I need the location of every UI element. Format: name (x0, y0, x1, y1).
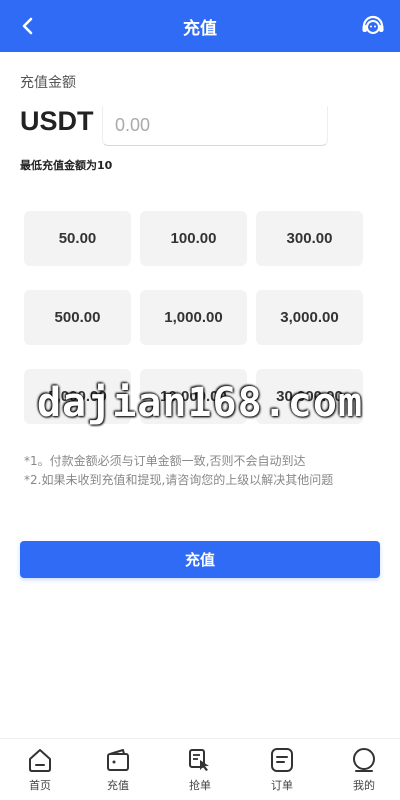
currency-label: USDT (20, 106, 94, 136)
home-icon (29, 749, 51, 772)
preset-amount-button[interactable]: 10,000.00 (140, 369, 247, 424)
tab-grab-order[interactable]: 抢单 (160, 747, 240, 793)
tab-label: 我的 (353, 779, 375, 792)
top-bar: 充值 (0, 0, 400, 52)
preset-amount-button[interactable]: 50.00 (24, 211, 131, 266)
tab-orders[interactable]: 订单 (242, 747, 322, 793)
tab-home[interactable]: 首页 (0, 747, 80, 793)
tab-label: 充值 (107, 779, 129, 792)
preset-amount-button[interactable]: 1,000.00 (140, 290, 247, 345)
submit-recharge-button[interactable]: 充值 (20, 541, 380, 578)
tab-label: 抢单 (189, 779, 211, 792)
amount-input[interactable] (102, 106, 328, 146)
bottom-tab-bar: 首页 充值 抢单 订单 我的 (0, 738, 400, 800)
tab-recharge[interactable]: 充值 (78, 747, 158, 793)
profile-icon (353, 748, 375, 772)
tab-profile[interactable]: 我的 (324, 747, 400, 793)
preset-amount-button[interactable]: 30,000.00 (256, 369, 363, 424)
page-title: 充值 (183, 19, 217, 39)
minimum-amount-note: 最低充值金额为10 (20, 159, 113, 172)
amount-label: 充值金额 (20, 75, 76, 91)
notes: *1。付款金额必须与订单金额一致,否则不会自动到达 *2.如果未收到充值和提现,… (24, 452, 333, 490)
grab-order-icon (189, 749, 209, 771)
note-line: *1。付款金额必须与订单金额一致,否则不会自动到达 (24, 454, 306, 468)
wallet-icon (107, 749, 129, 771)
customer-service-icon[interactable] (360, 12, 386, 38)
preset-amount-button[interactable]: 100.00 (140, 211, 247, 266)
preset-amount-button[interactable]: 300.00 (256, 211, 363, 266)
tab-label: 订单 (271, 779, 293, 792)
preset-amount-button[interactable]: 500.00 (24, 290, 131, 345)
preset-amount-button[interactable]: 5,000.00 (24, 369, 131, 424)
preset-amount-button[interactable]: 3,000.00 (256, 290, 363, 345)
tab-label: 首页 (29, 779, 51, 792)
orders-icon (271, 748, 293, 772)
note-line: *2.如果未收到充值和提现,请咨询您的上级以解决其他问题 (24, 473, 334, 487)
